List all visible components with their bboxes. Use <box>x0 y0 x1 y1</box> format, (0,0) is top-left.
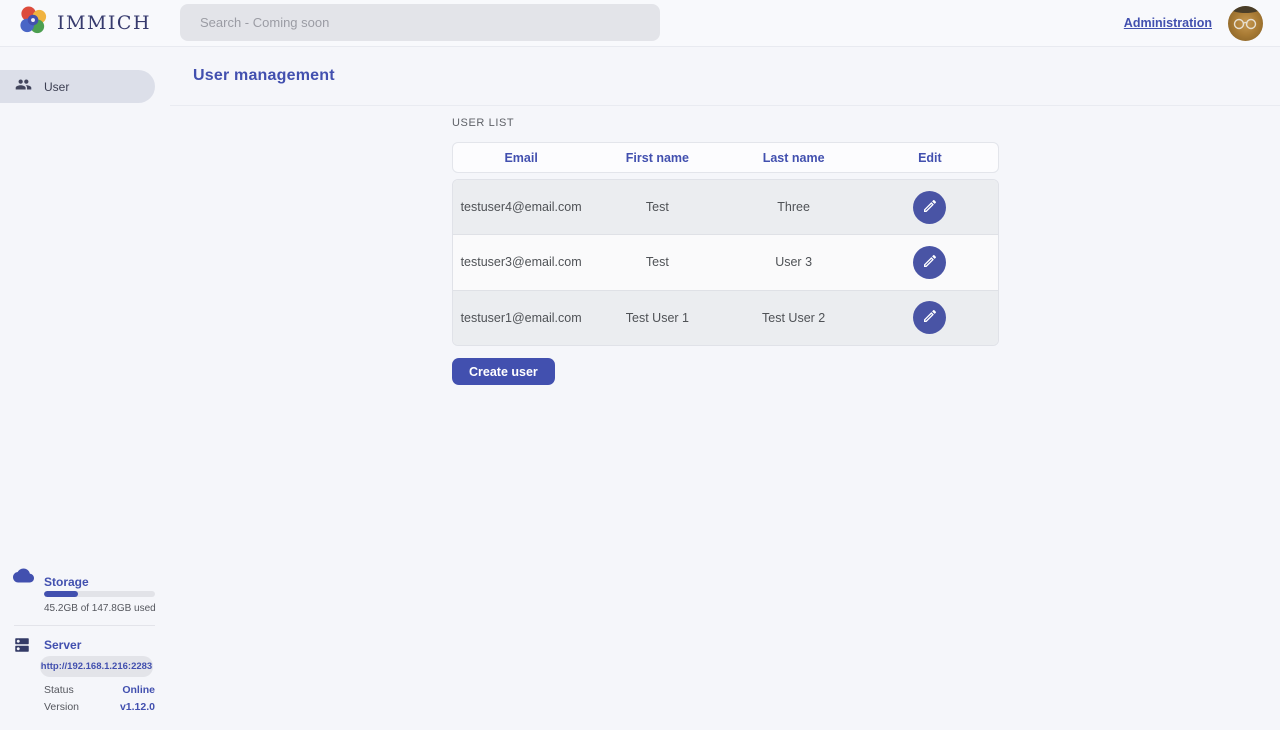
version-value: v1.12.0 <box>120 701 155 713</box>
user-table: testuser4@email.com Test Three testuser3… <box>452 179 999 346</box>
server-icon <box>13 636 31 659</box>
pencil-icon <box>922 308 938 327</box>
server-url-chip: http://192.168.1.216:2283 <box>40 656 153 677</box>
logo-text: IMMICH <box>57 12 151 34</box>
status-label: Status <box>44 684 74 696</box>
immich-flower-icon <box>18 5 49 41</box>
server-url: http://192.168.1.216:2283 <box>41 661 152 672</box>
cell-last-name: Test User 2 <box>726 311 862 325</box>
server-status-row: Status Online <box>44 684 155 696</box>
cloud-icon <box>13 568 34 588</box>
user-table-header: Email First name Last name Edit <box>452 142 999 173</box>
cell-email: testuser3@email.com <box>453 255 589 269</box>
column-header-first-name: First name <box>589 151 725 165</box>
sidebar: User Storage 45.2GB of 147.8GB used Serv… <box>0 47 170 730</box>
cell-first-name: Test <box>589 255 725 269</box>
immich-logo[interactable]: IMMICH <box>18 5 151 41</box>
user-list-label: USER LIST <box>452 117 514 129</box>
cell-email: testuser1@email.com <box>453 311 589 325</box>
column-header-edit: Edit <box>862 151 998 165</box>
administration-link[interactable]: Administration <box>1124 16 1212 30</box>
cell-first-name: Test <box>589 200 725 214</box>
search-input[interactable] <box>180 4 660 41</box>
column-header-email: Email <box>453 151 589 165</box>
user-avatar[interactable] <box>1228 6 1263 41</box>
cell-first-name: Test User 1 <box>589 311 725 325</box>
sidebar-item-user-label: User <box>44 80 69 94</box>
table-row: testuser4@email.com Test Three <box>453 180 998 234</box>
edit-user-button[interactable] <box>913 301 946 334</box>
pencil-icon <box>922 198 938 217</box>
page-title: User management <box>193 67 335 85</box>
storage-progress-bar <box>44 591 155 597</box>
table-row: testuser3@email.com Test User 3 <box>453 234 998 289</box>
status-value: Online <box>122 684 155 696</box>
storage-progress-fill <box>44 591 78 597</box>
search-bar[interactable] <box>180 4 660 41</box>
storage-usage-text: 45.2GB of 147.8GB used <box>44 603 156 614</box>
table-row: testuser1@email.com Test User 1 Test Use… <box>453 290 998 345</box>
topbar-right: Administration <box>1124 6 1263 41</box>
column-header-last-name: Last name <box>726 151 862 165</box>
server-version-row: Version v1.12.0 <box>44 701 155 713</box>
edit-user-button[interactable] <box>913 246 946 279</box>
version-label: Version <box>44 701 79 713</box>
pencil-icon <box>922 253 938 272</box>
storage-title: Storage <box>44 575 89 589</box>
edit-user-button[interactable] <box>913 191 946 224</box>
sidebar-item-user[interactable]: User <box>0 70 155 103</box>
server-title: Server <box>44 638 81 652</box>
content-header: User management <box>170 47 1280 106</box>
sidebar-divider <box>14 625 155 626</box>
users-icon <box>15 76 32 98</box>
cell-last-name: Three <box>726 200 862 214</box>
cell-last-name: User 3 <box>726 255 862 269</box>
cell-email: testuser4@email.com <box>453 200 589 214</box>
create-user-button[interactable]: Create user <box>452 358 555 385</box>
topbar: IMMICH Administration <box>0 0 1280 47</box>
